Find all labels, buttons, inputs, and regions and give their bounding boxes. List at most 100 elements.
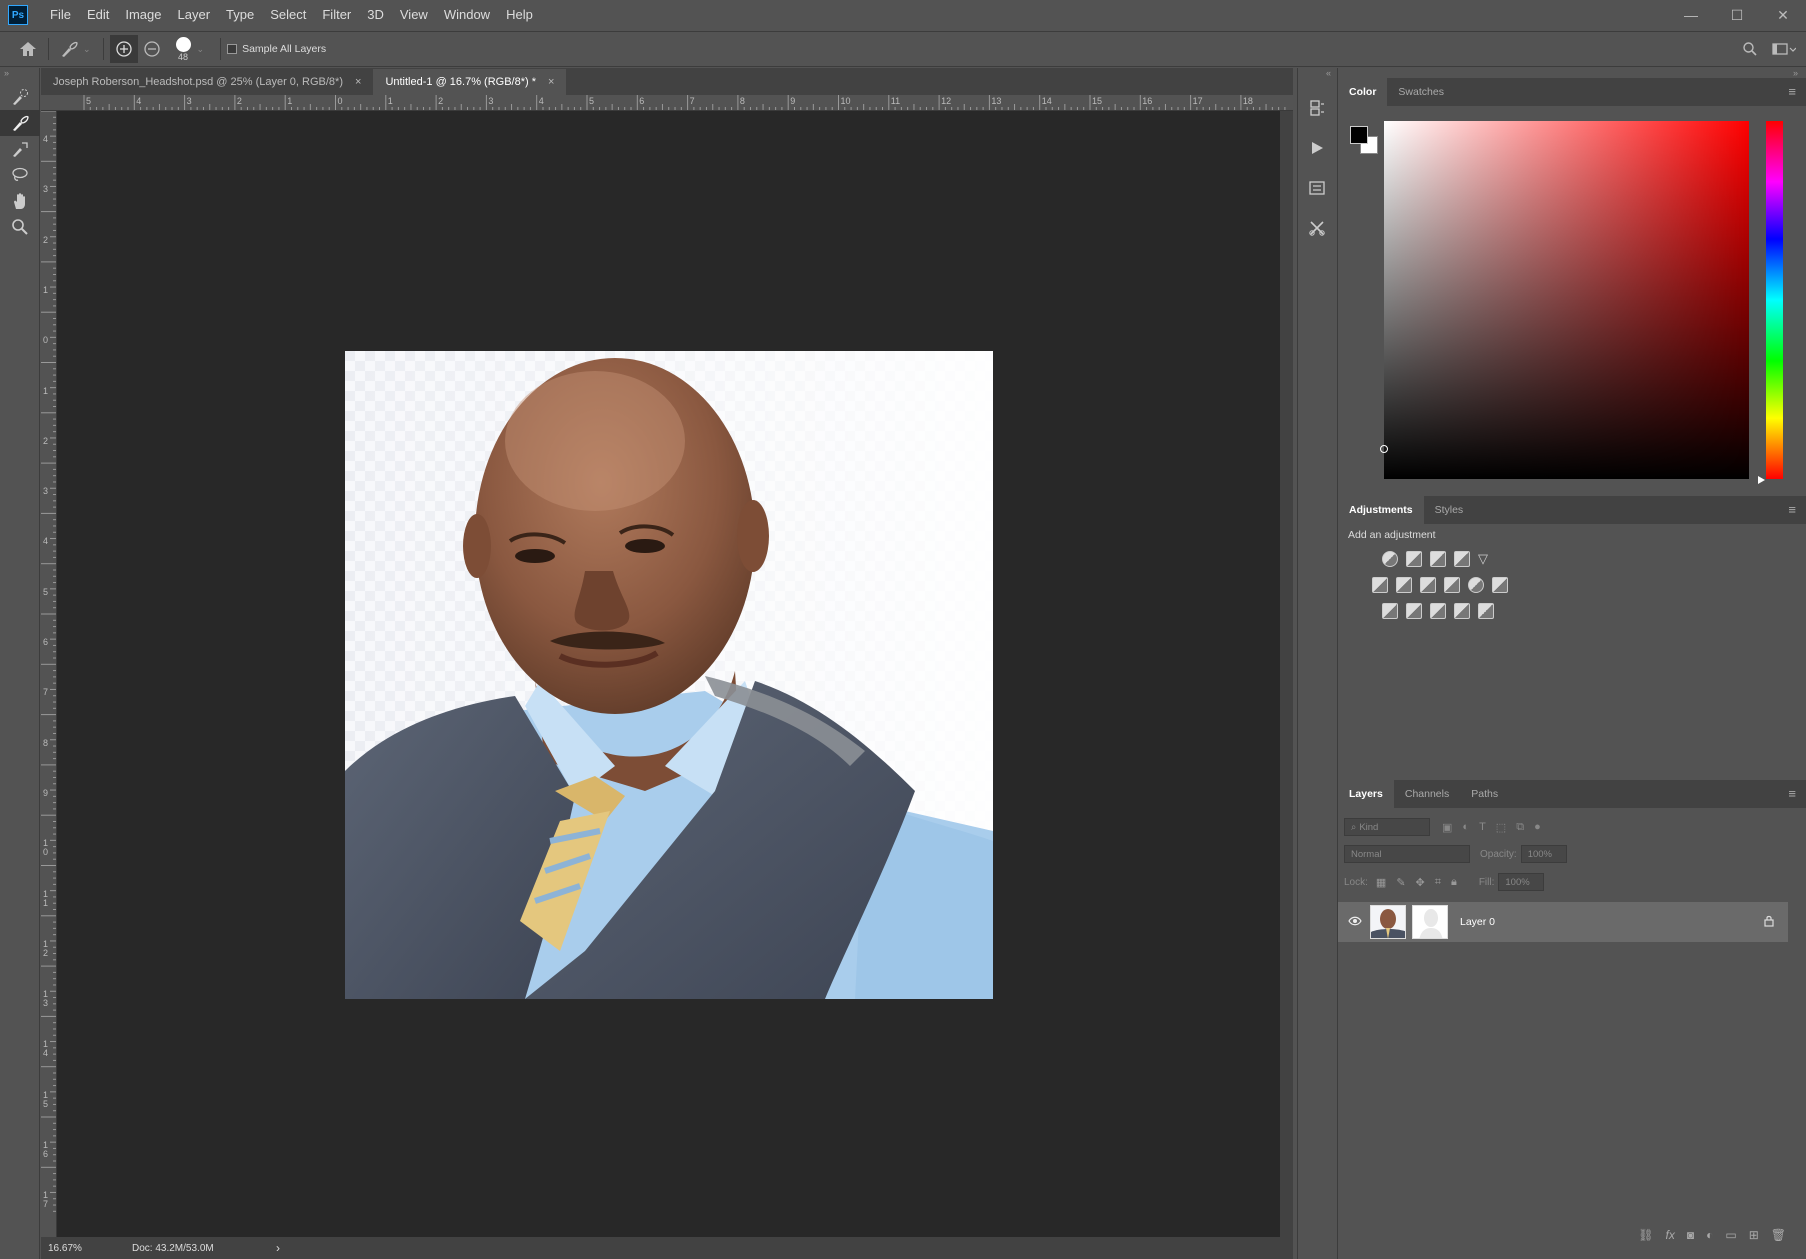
- hue-saturation-icon[interactable]: [1372, 577, 1388, 593]
- zoom-level[interactable]: 16.67%: [48, 1243, 108, 1254]
- sample-all-layers-checkbox[interactable]: [227, 44, 238, 54]
- filter-pixel-icon[interactable]: ▣: [1442, 821, 1452, 834]
- quick-selection-tool-icon[interactable]: [0, 84, 40, 110]
- brightness-contrast-icon[interactable]: [1382, 551, 1398, 567]
- tab-channels[interactable]: Channels: [1394, 780, 1460, 808]
- lock-artboard-icon[interactable]: ⌗: [1435, 876, 1441, 889]
- levels-icon[interactable]: [1406, 551, 1422, 567]
- actions-play-icon[interactable]: [1298, 128, 1336, 168]
- menu-file[interactable]: File: [42, 0, 79, 30]
- tab-adjustments[interactable]: Adjustments: [1338, 496, 1424, 524]
- lasso-tool-icon[interactable]: [0, 162, 40, 188]
- history-panel-icon[interactable]: [1298, 88, 1336, 128]
- tab-styles[interactable]: Styles: [1424, 496, 1475, 524]
- black-white-icon[interactable]: [1420, 577, 1436, 593]
- tab-swatches[interactable]: Swatches: [1387, 78, 1455, 106]
- lock-position-icon[interactable]: ✥: [1416, 876, 1425, 889]
- search-icon[interactable]: [1742, 41, 1758, 60]
- tab-joseph-roberson-headshot[interactable]: Joseph Roberson_Headshot.psd @ 25% (Laye…: [41, 69, 374, 95]
- filter-toggle-icon[interactable]: ●: [1534, 821, 1541, 834]
- layer-thumbnail[interactable]: [1370, 905, 1406, 939]
- tool-presets-icon[interactable]: [1298, 208, 1336, 248]
- fill-input[interactable]: 100%: [1498, 873, 1545, 891]
- new-group-folder-icon[interactable]: ▭: [1725, 1228, 1736, 1242]
- add-mask-icon[interactable]: ◙: [1687, 1228, 1694, 1242]
- home-icon[interactable]: [14, 35, 42, 63]
- blend-mode-select[interactable]: Normal: [1344, 845, 1470, 863]
- gradient-map-icon[interactable]: [1478, 603, 1494, 619]
- color-balance-icon[interactable]: [1396, 577, 1412, 593]
- new-adjustment-layer-icon[interactable]: ◐: [1706, 1228, 1713, 1242]
- subtract-selection-icon[interactable]: [138, 35, 166, 63]
- vibrance-icon[interactable]: ▽: [1478, 551, 1494, 567]
- layer-row[interactable]: Layer 0: [1338, 902, 1788, 942]
- quick-selection-tool-preset-icon[interactable]: [55, 35, 83, 63]
- color-picker-ring[interactable]: [1380, 445, 1388, 453]
- properties-panel-icon[interactable]: [1298, 168, 1336, 208]
- lock-transparent-icon[interactable]: ▦: [1376, 876, 1386, 889]
- chevron-down-icon[interactable]: ⌄: [197, 44, 205, 55]
- eye-icon[interactable]: [1348, 915, 1362, 929]
- minimize-button[interactable]: —: [1668, 0, 1714, 30]
- filter-shape-icon[interactable]: ⬚: [1496, 821, 1506, 834]
- panel-menu-icon[interactable]: ≡: [1788, 78, 1796, 106]
- panel-menu-icon[interactable]: ≡: [1788, 780, 1796, 808]
- collapse-panels-icon[interactable]: »: [1793, 68, 1798, 78]
- tab-paths[interactable]: Paths: [1460, 780, 1509, 808]
- hue-slider-handle[interactable]: [1758, 476, 1765, 484]
- fx-icon[interactable]: fx: [1666, 1228, 1675, 1242]
- brush-size-picker[interactable]: 48: [175, 36, 191, 62]
- curves-icon[interactable]: [1430, 551, 1446, 567]
- menu-filter[interactable]: Filter: [314, 0, 359, 30]
- posterize-icon[interactable]: [1406, 603, 1422, 619]
- color-field[interactable]: [1384, 121, 1749, 479]
- menu-image[interactable]: Image: [117, 0, 169, 30]
- close-window-button[interactable]: ✕: [1760, 0, 1806, 30]
- filter-type-icon[interactable]: T: [1479, 821, 1486, 834]
- new-selection-icon[interactable]: [109, 35, 138, 63]
- panel-menu-icon[interactable]: ≡: [1788, 496, 1796, 524]
- lock-all-icon[interactable]: 🔒︎: [1451, 876, 1457, 889]
- hand-tool-icon[interactable]: [0, 188, 40, 214]
- filter-adjustment-icon[interactable]: ◐: [1462, 821, 1469, 834]
- workspace-switcher-icon[interactable]: [1772, 42, 1797, 59]
- menu-layer[interactable]: Layer: [170, 0, 219, 30]
- new-layer-icon[interactable]: ⊞: [1749, 1228, 1759, 1242]
- link-layers-icon[interactable]: ⛓: [1638, 1228, 1653, 1242]
- tab-layers[interactable]: Layers: [1338, 780, 1394, 808]
- hue-slider[interactable]: [1766, 121, 1783, 479]
- menu-edit[interactable]: Edit: [79, 0, 117, 30]
- menu-type[interactable]: Type: [218, 0, 262, 30]
- layer-mask-thumbnail[interactable]: [1412, 905, 1448, 939]
- selective-color-icon[interactable]: [1454, 603, 1470, 619]
- color-lookup-icon[interactable]: [1492, 577, 1508, 593]
- zoom-tool-icon[interactable]: [0, 214, 40, 240]
- collapse-strip-icon[interactable]: «: [1298, 68, 1337, 80]
- close-tab-icon[interactable]: ×: [548, 76, 554, 88]
- brush-select-tool-icon[interactable]: [0, 110, 40, 136]
- layer-name[interactable]: Layer 0: [1460, 916, 1495, 928]
- tab-color[interactable]: Color: [1338, 78, 1388, 106]
- menu-3d[interactable]: 3D: [359, 0, 392, 30]
- menu-select[interactable]: Select: [262, 0, 314, 30]
- delete-layer-trash-icon[interactable]: 🗑︎: [1771, 1228, 1786, 1242]
- layer-filter-kind[interactable]: ⌕ Kind: [1344, 818, 1430, 836]
- maximize-button[interactable]: ☐: [1714, 0, 1760, 30]
- opacity-input[interactable]: 100%: [1520, 845, 1567, 863]
- exposure-icon[interactable]: [1454, 551, 1470, 567]
- close-tab-icon[interactable]: ×: [355, 76, 361, 88]
- channel-mixer-icon[interactable]: [1468, 577, 1484, 593]
- collapse-toolbar-icon[interactable]: »: [0, 68, 39, 84]
- refine-brush-tool-icon[interactable]: [0, 136, 40, 162]
- vertical-scrollbar[interactable]: [1280, 111, 1293, 1237]
- filter-smart-object-icon[interactable]: ⧉: [1516, 821, 1524, 834]
- menu-window[interactable]: Window: [436, 0, 498, 30]
- document-image-headshot[interactable]: [345, 351, 993, 999]
- lock-paint-icon[interactable]: ✎: [1396, 876, 1405, 889]
- status-menu-arrow[interactable]: ›: [276, 1241, 280, 1255]
- foreground-color-swatch[interactable]: [1350, 126, 1368, 144]
- menu-view[interactable]: View: [392, 0, 436, 30]
- invert-icon[interactable]: [1382, 603, 1398, 619]
- tab-untitled-1[interactable]: Untitled-1 @ 16.7% (RGB/8*) * ×: [373, 69, 567, 95]
- threshold-icon[interactable]: [1430, 603, 1446, 619]
